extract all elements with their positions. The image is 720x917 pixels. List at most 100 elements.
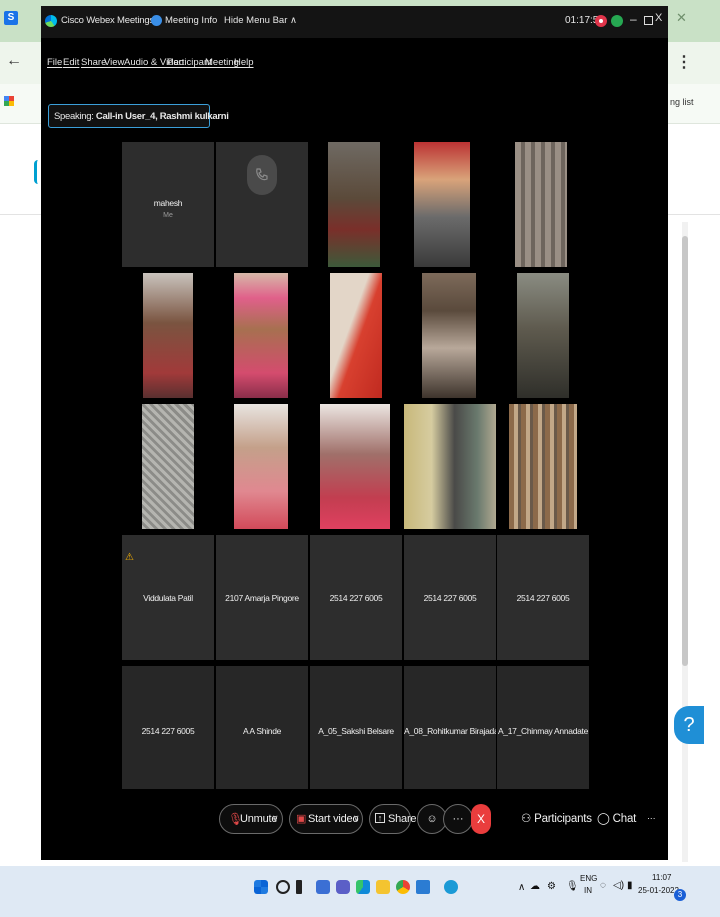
meeting-info-link[interactable]: Meeting Info xyxy=(165,15,217,26)
overflow-menu-button[interactable]: ··· xyxy=(647,813,656,823)
participant-name: A A Shinde xyxy=(242,726,282,736)
language-region[interactable]: IN xyxy=(584,886,592,895)
page-scrollbar-thumb[interactable] xyxy=(682,236,688,666)
browser-menu-icon[interactable]: ⋮ xyxy=(676,52,692,72)
participant-self-tag: Me xyxy=(163,212,173,219)
speaking-label: Speaking: xyxy=(54,111,94,122)
clock-time[interactable]: 11:07 xyxy=(652,873,671,882)
video-feed xyxy=(320,404,390,529)
security-shield-icon[interactable] xyxy=(611,15,623,27)
edge-icon[interactable] xyxy=(356,880,370,894)
participant-name: A_05_Sakshi Belsare xyxy=(318,726,394,736)
leave-meeting-button[interactable]: X xyxy=(471,804,491,834)
meeting-info-icon[interactable] xyxy=(151,15,162,26)
menu-help[interactable]: Help xyxy=(234,57,254,68)
hide-menu-bar-button[interactable]: Hide Menu Bar ∧ xyxy=(224,15,297,26)
file-explorer-icon[interactable] xyxy=(376,880,390,894)
reading-list-link[interactable]: ng list xyxy=(670,97,716,107)
participant-name: 2514 227 6005 xyxy=(329,593,383,603)
teams-chat-icon[interactable] xyxy=(336,880,350,894)
participant-video-2[interactable] xyxy=(404,142,496,267)
apps-icon[interactable] xyxy=(4,96,14,106)
participant-tile[interactable]: A A Shinde xyxy=(216,666,308,794)
participant-tile[interactable]: 2514 227 6005 xyxy=(497,535,589,660)
chrome-icon[interactable] xyxy=(396,880,410,894)
smiley-icon: ☺ xyxy=(426,813,438,825)
minimize-icon[interactable]: – xyxy=(630,12,637,26)
vscode-icon[interactable] xyxy=(416,880,430,894)
participant-tile[interactable]: 2107 Amarja Pingore xyxy=(216,535,308,660)
participant-name: A_17_Chinmay Annadate xyxy=(497,726,589,736)
participant-tile[interactable]: A_08_Rohitkumar Birajadar xyxy=(404,666,496,794)
participant-video-4[interactable] xyxy=(122,273,214,398)
notification-badge[interactable]: 3 xyxy=(674,889,686,901)
chat-button[interactable]: ◯ Chat xyxy=(597,811,636,825)
share-icon: ↑ xyxy=(375,813,385,823)
video-feed xyxy=(509,404,577,529)
participant-video-8[interactable] xyxy=(497,273,589,398)
participant-video-10[interactable] xyxy=(216,404,308,529)
participant-tile-self[interactable]: mahesh Me xyxy=(122,142,214,267)
chevron-down-icon[interactable]: ∨ xyxy=(353,813,360,824)
back-arrow-icon[interactable]: ← xyxy=(6,52,22,70)
maximize-icon[interactable] xyxy=(644,16,653,25)
video-feed xyxy=(515,142,567,267)
participant-tile[interactable]: ⚠ Viddulata Patil xyxy=(122,535,214,660)
app-tray-icon[interactable]: ⚙ xyxy=(547,881,556,892)
participant-video-7[interactable] xyxy=(404,273,496,398)
help-button[interactable]: ? xyxy=(674,706,704,744)
participant-tile-callin[interactable] xyxy=(216,142,308,267)
mic-icon[interactable]: 🎙 xyxy=(566,881,579,892)
browser-tab-favicon[interactable]: S xyxy=(4,11,18,25)
participant-tile[interactable]: 2514 227 6005 xyxy=(404,535,496,660)
speaking-names: Call-in User_4, Rashmi kulkarni xyxy=(95,111,229,122)
more-options-button[interactable]: ··· xyxy=(443,804,473,834)
participant-video-5[interactable] xyxy=(216,273,308,398)
start-video-label: Start video xyxy=(308,813,359,825)
participant-video-12[interactable] xyxy=(404,404,496,529)
clock-date[interactable]: 25-01-2022 xyxy=(638,886,679,895)
language-code[interactable]: ENG xyxy=(580,874,597,883)
chat-label: Chat xyxy=(612,813,637,825)
participant-tile[interactable]: A_17_Chinmay Annadate xyxy=(497,666,589,794)
tray-overflow-icon[interactable]: ∧ xyxy=(518,882,525,893)
warning-icon: ⚠ xyxy=(125,552,134,563)
participants-button[interactable]: ⚇ Participants xyxy=(521,811,592,825)
menu-share[interactable]: Share xyxy=(81,57,106,68)
close-window-icon[interactable]: X xyxy=(655,12,662,24)
webex-menu-bar: File Edit Share View Audio & Video Parti… xyxy=(41,54,668,74)
chevron-down-icon[interactable]: ∨ xyxy=(272,813,279,824)
volume-icon[interactable]: ◁) xyxy=(613,880,624,891)
video-feed xyxy=(234,404,288,529)
start-video-button[interactable]: ▣ Start video ∨ xyxy=(289,804,363,834)
video-feed xyxy=(142,404,194,529)
participant-video-1[interactable] xyxy=(310,142,402,267)
recording-icon[interactable] xyxy=(595,15,607,27)
participant-tile[interactable]: 2514 227 6005 xyxy=(310,535,402,660)
participant-video-3[interactable] xyxy=(497,142,589,267)
participant-video-11[interactable] xyxy=(310,404,402,529)
participant-tile[interactable]: A_05_Sakshi Belsare xyxy=(310,666,402,794)
screen: S ✕ ← ⋮ ng list ? Cisco Webex Meetings M… xyxy=(0,0,720,917)
webex-app-title: Cisco Webex Meetings xyxy=(61,15,154,26)
share-button[interactable]: ↑ Share xyxy=(369,804,417,834)
start-icon[interactable] xyxy=(254,880,268,894)
menu-edit[interactable]: Edit xyxy=(63,57,79,68)
menu-file[interactable]: File xyxy=(47,57,62,68)
cloud-icon[interactable]: ☁ xyxy=(530,881,540,892)
task-view-icon[interactable] xyxy=(296,880,302,894)
search-icon[interactable] xyxy=(276,880,290,894)
unmute-button[interactable]: 🎙 Unmute ∨ xyxy=(219,804,283,834)
participant-video-6[interactable] xyxy=(310,273,402,398)
webex-taskbar-icon[interactable] xyxy=(444,880,458,894)
participant-video-13[interactable] xyxy=(497,404,589,529)
menu-view[interactable]: View xyxy=(104,57,124,68)
browser-close-icon[interactable]: ✕ xyxy=(676,10,687,26)
battery-icon[interactable]: ▮ xyxy=(627,880,633,891)
wifi-icon[interactable]: ◌ xyxy=(600,880,606,891)
widgets-icon[interactable] xyxy=(316,880,330,894)
participant-video-9[interactable] xyxy=(122,404,214,529)
video-feed xyxy=(517,273,569,398)
video-feed xyxy=(404,404,496,529)
participant-tile[interactable]: 2514 227 6005 xyxy=(122,666,214,794)
